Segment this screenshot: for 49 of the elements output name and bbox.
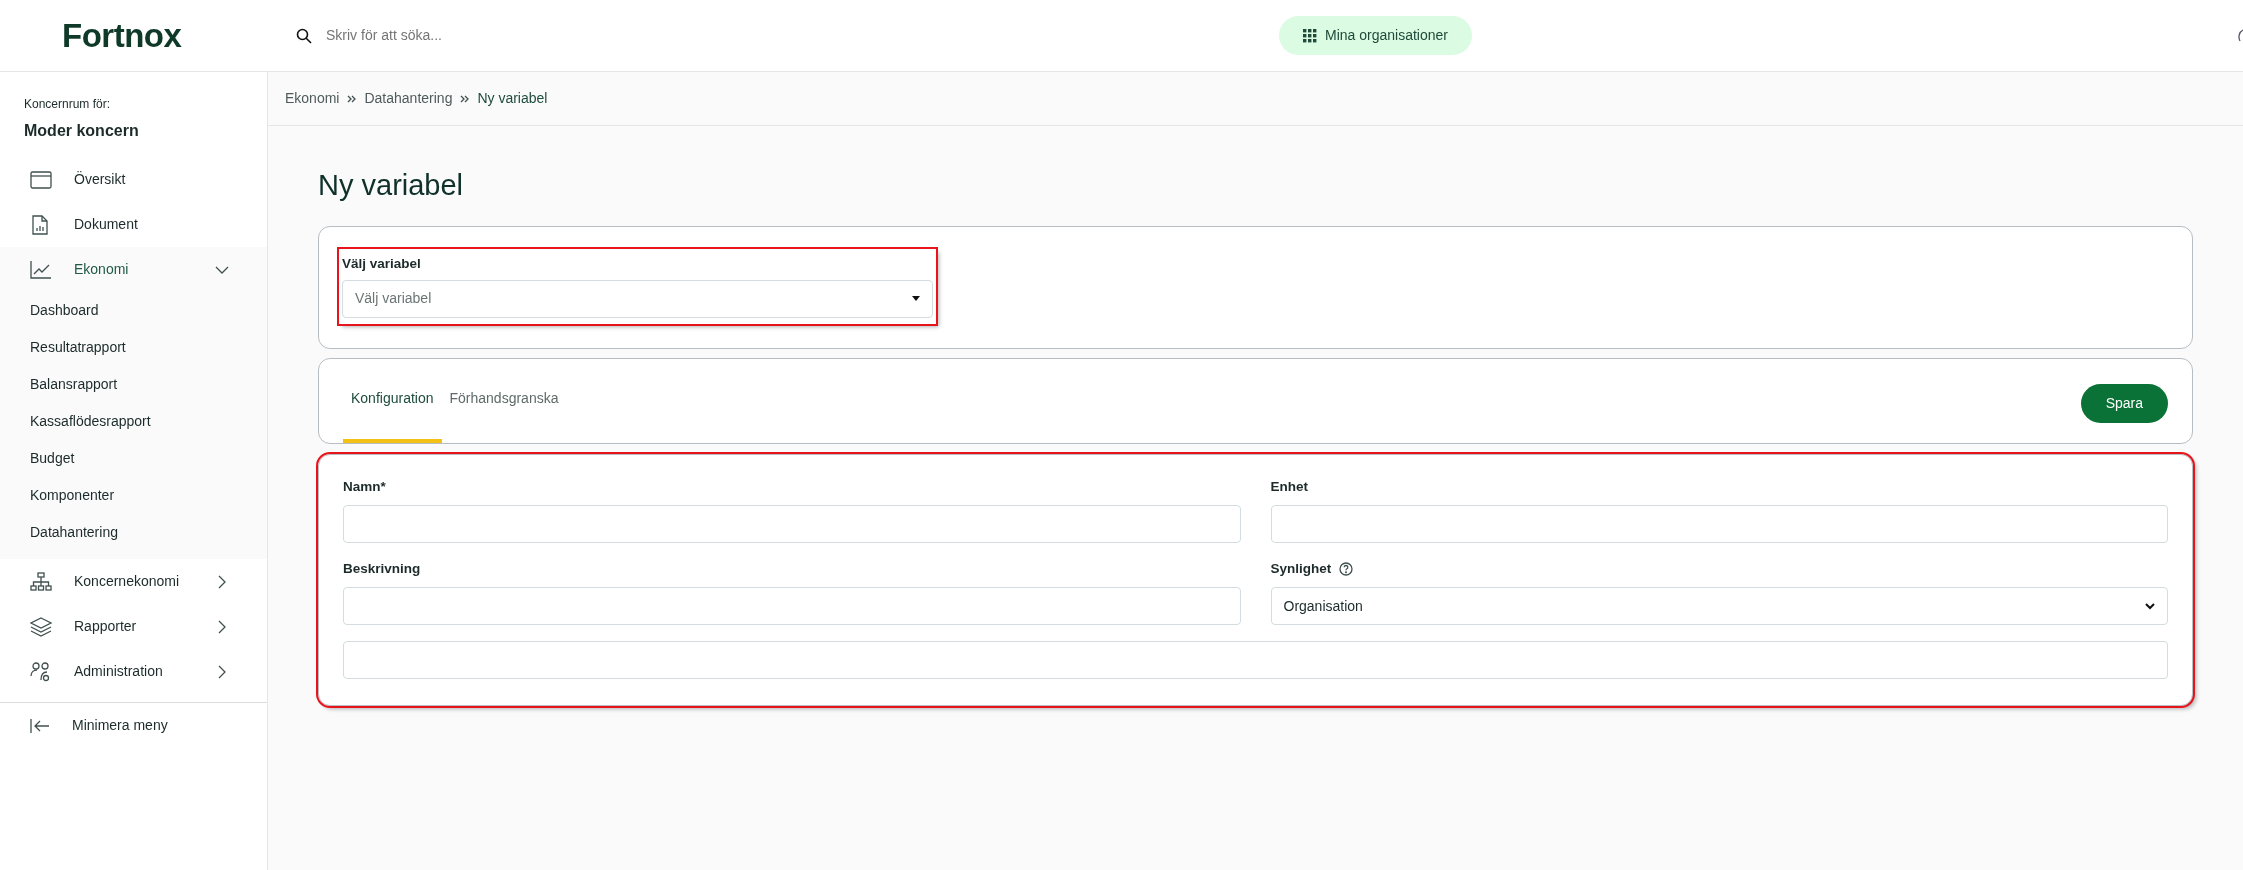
grid-icon — [1303, 28, 1317, 43]
menu-item-icon — [30, 571, 52, 592]
field-label: Enhet — [1270, 477, 1308, 496]
field-label: Synlighet — [1270, 560, 1332, 578]
variable-dropdown[interactable]: Välj variabel — [342, 279, 933, 318]
input-field[interactable] — [343, 505, 1241, 543]
sidebar-item[interactable]: Dokument — [0, 202, 267, 247]
breadcrumb: Ny variabel — [477, 89, 548, 108]
field-label: Namn* — [343, 477, 386, 496]
caret-down-icon — [912, 296, 920, 302]
minimize-menu-button[interactable]: Minimera meny — [0, 703, 267, 748]
sidebar-subitem[interactable]: Datahantering — [0, 514, 267, 551]
double-chevron-icon — [460, 94, 470, 103]
field-label: Välj variabel — [342, 254, 422, 273]
search-field[interactable]: Skriv för att söka... — [324, 24, 724, 47]
logo[interactable]: Fortnox — [0, 10, 268, 61]
visibility-select[interactable]: Organisation — [1270, 587, 2168, 626]
page-title: Ny variabel — [318, 168, 465, 203]
input-field[interactable] — [1270, 505, 2168, 543]
sidebar-subitem[interactable]: Resultatrapport — [0, 329, 267, 366]
sidebar-item[interactable]: Översikt — [0, 157, 267, 202]
field-label: Beskrivning — [343, 560, 421, 578]
organizations-button[interactable]: Mina organisationer — [1279, 16, 1472, 55]
save-button[interactable]: Spara — [2080, 383, 2168, 423]
sidebar-item[interactable]: Rapporter — [0, 604, 267, 649]
breadcrumb[interactable]: Ekonomi — [285, 88, 340, 109]
tab[interactable]: Förhandsgranska — [441, 358, 567, 443]
menu-item-icon — [30, 259, 52, 280]
sidebar-item[interactable]: Koncernekonomi — [0, 559, 267, 604]
menu-item-icon — [30, 616, 52, 637]
sidebar-subitem[interactable]: Kassaflödesrapport — [0, 403, 267, 440]
sidebar-item[interactable]: Administration — [0, 649, 267, 694]
menu-item-icon — [30, 661, 52, 682]
collapse-arrow-icon — [30, 717, 50, 734]
sidebar-subitem[interactable]: Balansrapport — [0, 366, 267, 403]
breadcrumb[interactable]: Datahantering — [364, 88, 453, 109]
organization-name: Moder koncern — [23, 121, 140, 141]
menu-item-icon — [30, 169, 52, 190]
input-field[interactable] — [343, 641, 2168, 680]
sidebar-item[interactable]: Ekonomi — [0, 247, 267, 292]
search-icon — [296, 27, 312, 44]
input-field[interactable] — [343, 587, 1241, 626]
double-chevron-icon — [347, 94, 357, 103]
sidebar-subitem[interactable]: Budget — [0, 440, 267, 477]
chevron-down-icon — [2145, 602, 2155, 610]
sidebar-subitem[interactable]: Komponenter — [0, 477, 267, 514]
tab[interactable]: Konfiguration — [343, 358, 442, 443]
sidebar-subitem[interactable]: Dashboard — [0, 292, 267, 329]
sidebar-caption: Koncernrum för: — [23, 96, 112, 113]
